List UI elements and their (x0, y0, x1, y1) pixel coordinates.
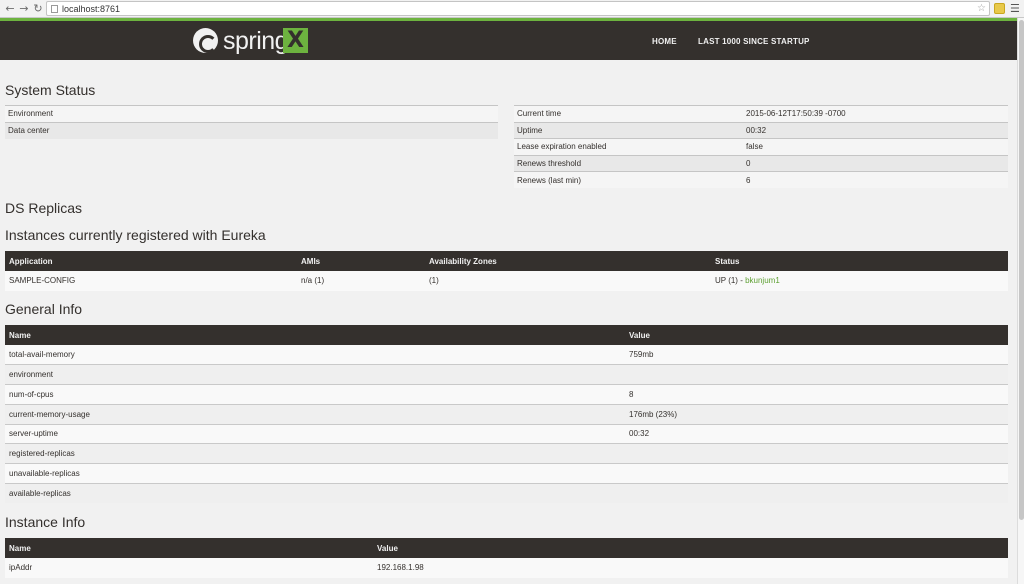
logo-text: spring (223, 27, 289, 55)
table-row: Lease expiration enabled false (514, 138, 1008, 155)
status-key: Lease expiration enabled (514, 138, 743, 155)
status-value (245, 121, 498, 139)
info-value: 176mb (23%) (625, 404, 1008, 425)
back-arrow-icon[interactable]: ← (3, 2, 17, 16)
status-value: 6 (743, 171, 1008, 188)
status-key: Renews (last min) (514, 171, 743, 188)
column-header[interactable]: Name (5, 538, 373, 558)
ds-replicas-title: DS Replicas (5, 200, 83, 216)
table-header-row: Name Value (5, 325, 1008, 345)
info-name: server-uptime (5, 424, 625, 445)
page-scrollbar[interactable] (1017, 18, 1024, 584)
page-content: spring X HOME LAST 1000 SINCE STARTUP Sy… (0, 18, 1017, 584)
table-row: Current time 2015-06-12T17:50:39 -0700 (514, 105, 1008, 122)
column-header[interactable]: Availability Zones (425, 251, 711, 271)
table-row: server-uptime 00:32 (5, 424, 1008, 445)
status-value: false (743, 138, 1008, 155)
status-key: Renews threshold (514, 154, 743, 172)
info-value (625, 364, 1008, 385)
status-value (245, 105, 498, 122)
table-row: total-avail-memory 759mb (5, 345, 1008, 366)
x-logo-icon: X (283, 28, 308, 53)
address-bar[interactable]: localhost:8761 ☆ (46, 1, 990, 16)
table-row: Data center (5, 121, 498, 139)
instance-info-title: Instance Info (5, 514, 86, 530)
table-row: unavailable-replicas (5, 463, 1008, 484)
info-name: num-of-cpus (5, 384, 625, 405)
nav-last-1000-link[interactable]: LAST 1000 SINCE STARTUP (698, 36, 810, 48)
info-name: environment (5, 364, 625, 385)
status-value: 00:32 (743, 121, 1008, 139)
reload-icon[interactable]: ↻ (31, 2, 45, 16)
system-status-left-table: Environment Data center (5, 105, 498, 139)
general-info-title: General Info (5, 301, 83, 317)
instances-table: Application AMIs Availability Zones Stat… (5, 251, 1008, 291)
info-value: 759mb (625, 345, 1008, 366)
browser-toolbar: ← → ↻ localhost:8761 ☆ ☰ (0, 0, 1024, 18)
column-header[interactable]: Status (711, 251, 1008, 271)
table-row: current-memory-usage 176mb (23%) (5, 404, 1008, 425)
site-header: spring X HOME LAST 1000 SINCE STARTUP (0, 18, 1017, 60)
info-name: total-avail-memory (5, 345, 625, 366)
system-status-right-table: Current time 2015-06-12T17:50:39 -0700 U… (514, 105, 1008, 188)
status-cell: UP (1) - bkunjum1 (711, 271, 1008, 291)
info-value: 8 (625, 384, 1008, 405)
address-url[interactable]: localhost:8761 (62, 3, 120, 15)
status-text: UP (1) - (715, 276, 746, 286)
hamburger-menu-icon[interactable]: ☰ (1010, 2, 1020, 15)
instances-title: Instances currently registered with Eure… (5, 227, 266, 243)
instance-info-table: Name Value ipAddr 192.168.1.98 (5, 538, 1008, 578)
spring-leaf-icon (193, 28, 218, 53)
info-value: 00:32 (625, 424, 1008, 445)
nav-home-link[interactable]: HOME (652, 36, 677, 48)
info-name: current-memory-usage (5, 404, 625, 425)
table-row: num-of-cpus 8 (5, 384, 1008, 405)
info-value (625, 463, 1008, 484)
application-name: SAMPLE-CONFIG (5, 271, 297, 291)
status-value: 2015-06-12T17:50:39 -0700 (743, 105, 1008, 122)
table-header-row: Name Value (5, 538, 1008, 558)
info-value (625, 483, 1008, 503)
info-value: 192.168.1.98 (373, 558, 1008, 578)
status-key: Uptime (514, 121, 743, 139)
instance-link[interactable]: bkunjum1 (745, 276, 780, 285)
status-key: Environment (5, 105, 245, 122)
bookmark-star-icon[interactable]: ☆ (977, 2, 986, 15)
scrollbar-thumb[interactable] (1019, 20, 1024, 520)
page-icon (51, 5, 58, 13)
info-name: registered-replicas (5, 443, 625, 464)
table-header-row: Application AMIs Availability Zones Stat… (5, 251, 1008, 271)
zones-value: (1) (425, 271, 711, 291)
table-row: environment (5, 364, 1008, 385)
info-name: ipAddr (5, 558, 373, 578)
extension-icon[interactable] (994, 3, 1005, 14)
system-status-title: System Status (5, 82, 96, 98)
status-value: 0 (743, 154, 1008, 172)
column-header[interactable]: Value (625, 325, 1008, 345)
forward-arrow-icon[interactable]: → (17, 2, 31, 16)
table-row: ipAddr 192.168.1.98 (5, 558, 1008, 578)
general-info-table: Name Value total-avail-memory 759mb envi… (5, 325, 1008, 503)
status-key: Data center (5, 121, 245, 139)
info-name: unavailable-replicas (5, 463, 625, 484)
table-row: Renews threshold 0 (514, 154, 1008, 172)
table-row: available-replicas (5, 483, 1008, 503)
table-row: Uptime 00:32 (514, 121, 1008, 139)
table-row: Renews (last min) 6 (514, 171, 1008, 188)
column-header[interactable]: Value (373, 538, 1008, 558)
column-header[interactable]: Name (5, 325, 625, 345)
column-header[interactable]: AMIs (297, 251, 425, 271)
table-row: SAMPLE-CONFIG n/a (1) (1) UP (1) - bkunj… (5, 271, 1008, 291)
amis-value: n/a (1) (297, 271, 425, 291)
info-value (625, 443, 1008, 464)
info-name: available-replicas (5, 483, 625, 503)
column-header[interactable]: Application (5, 251, 297, 271)
table-row: registered-replicas (5, 443, 1008, 464)
table-row: Environment (5, 105, 498, 122)
status-key: Current time (514, 105, 743, 122)
